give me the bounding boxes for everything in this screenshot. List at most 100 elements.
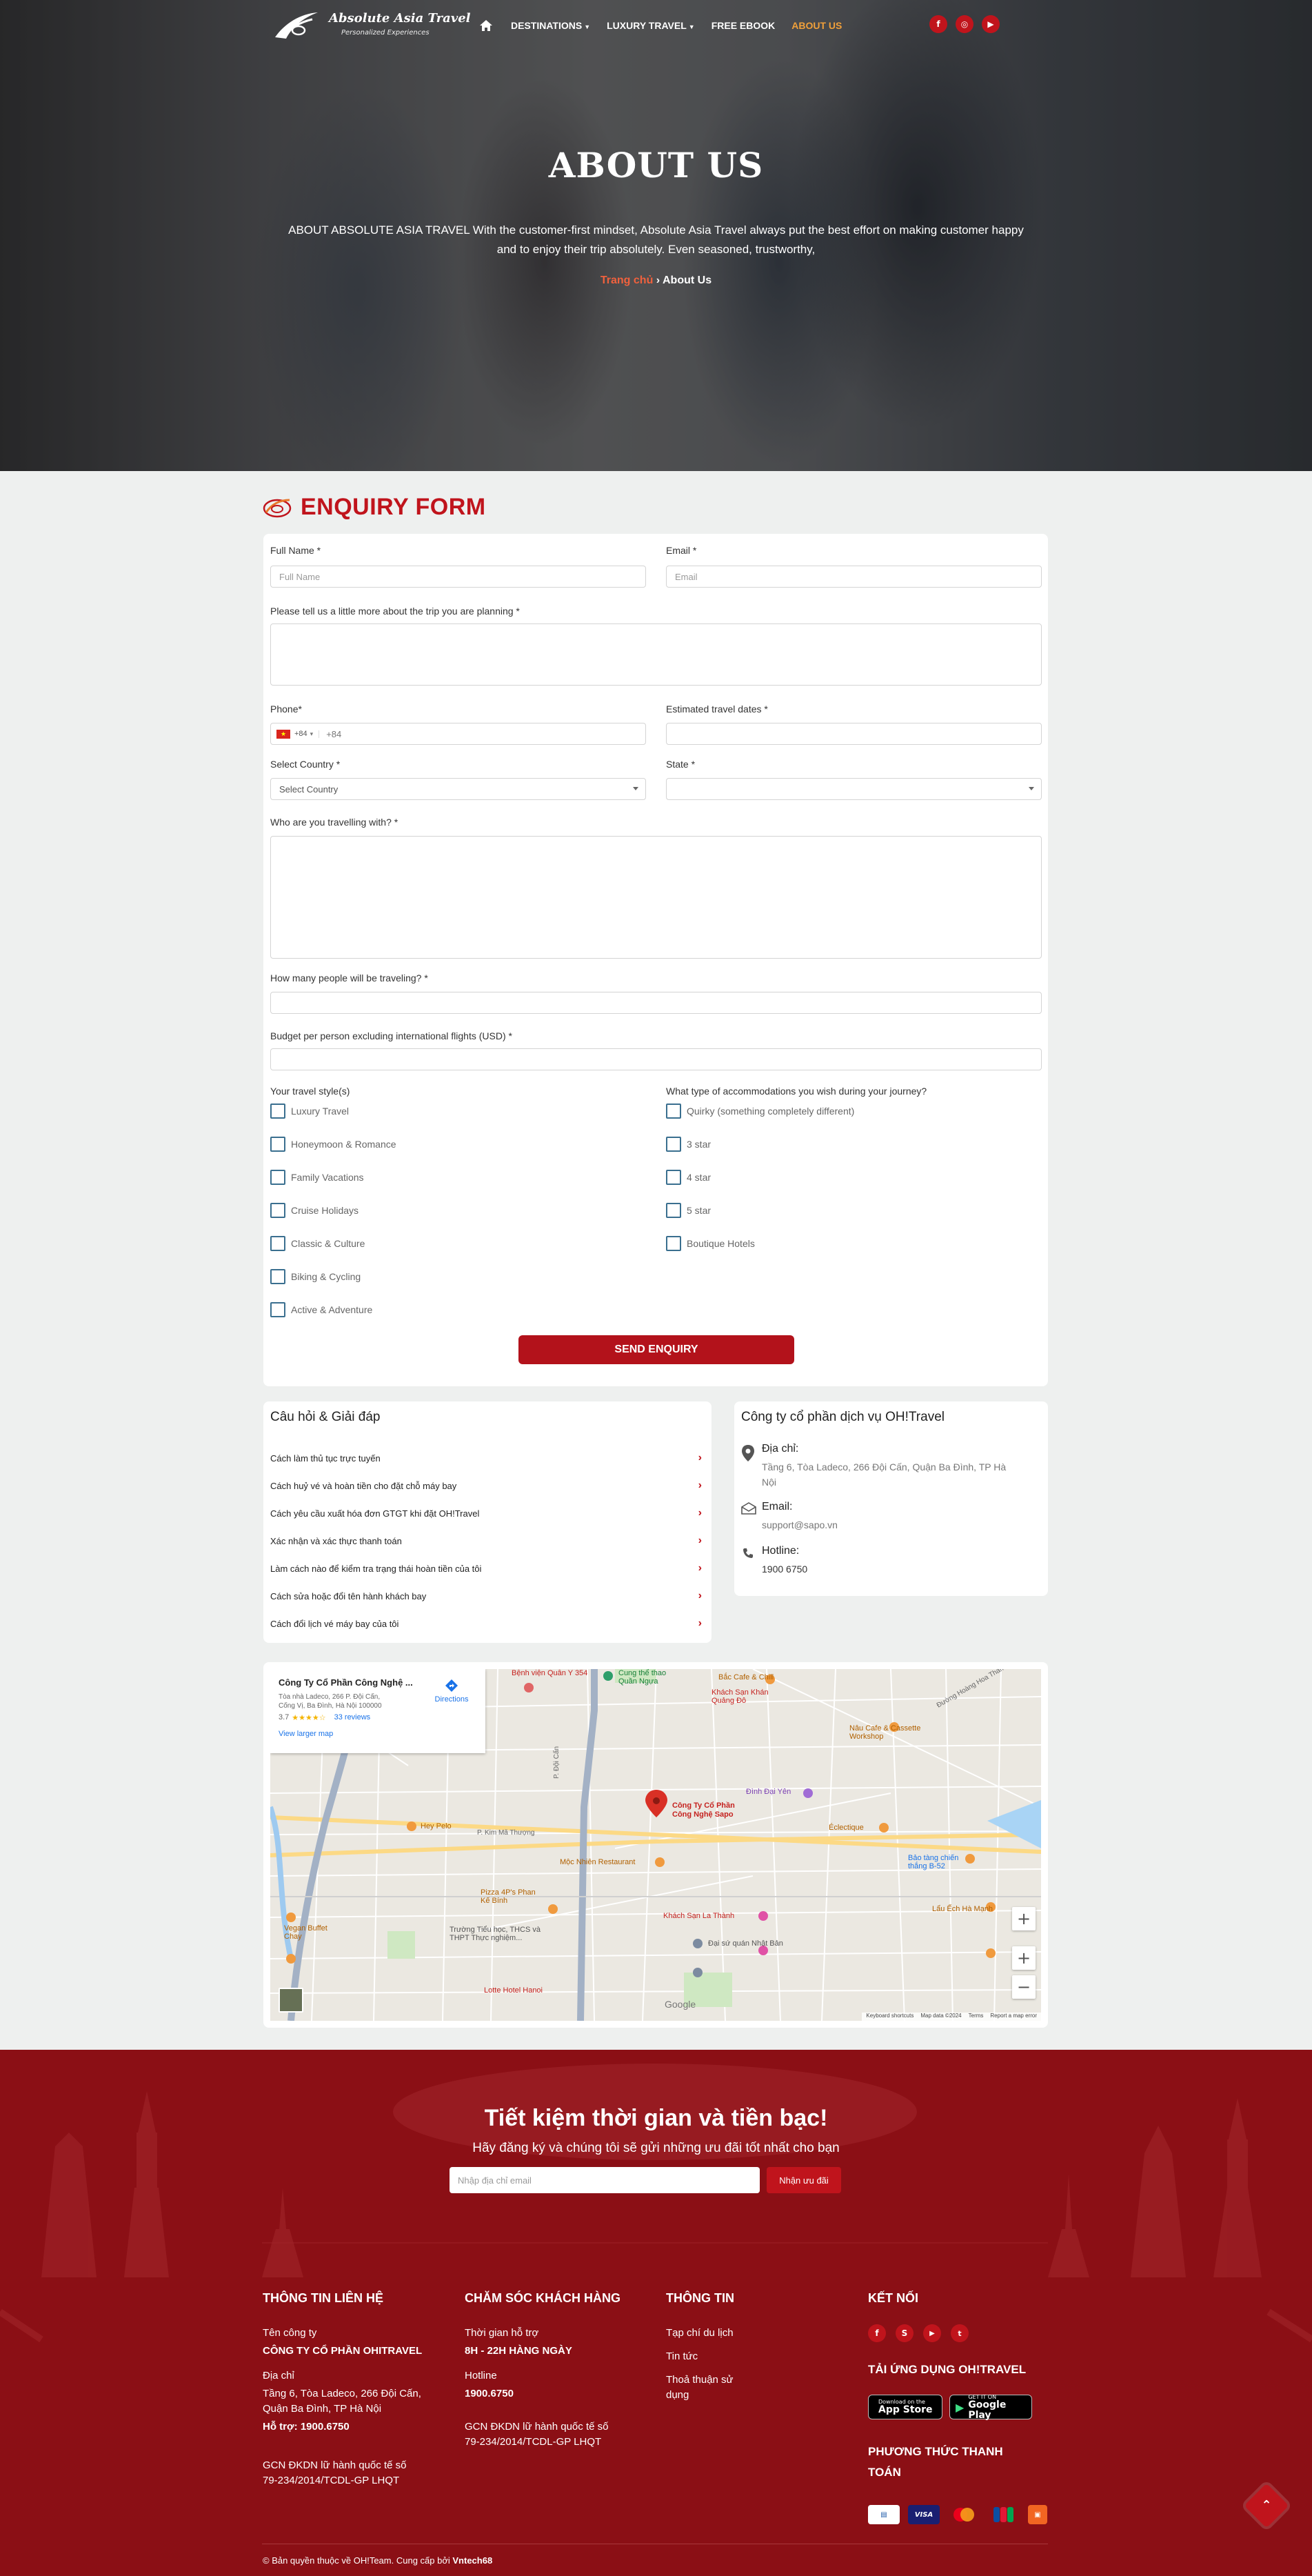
faq-item[interactable]: Cách làm thủ tục trực tuyến › — [270, 1450, 702, 1466]
checkbox[interactable] — [666, 1236, 681, 1251]
people-input[interactable] — [270, 992, 1042, 1014]
back-to-top-button[interactable]: ⌃ — [1244, 2483, 1289, 2528]
newsletter-email-input[interactable]: Nhập địa chỉ email — [450, 2167, 760, 2193]
style-checkbox-classic[interactable]: Classic & Culture — [270, 1236, 365, 1251]
travel-dates-label: Estimated travel dates * — [666, 703, 768, 715]
twitter-icon[interactable]: t — [951, 2324, 969, 2342]
faq-item-label: Cách yêu cầu xuất hóa đơn GTGT khi đặt O… — [270, 1508, 480, 1519]
youtube-icon[interactable]: ▶ — [982, 15, 1000, 33]
app-store-badge[interactable]: Download on the App Store — [868, 2395, 942, 2419]
style-checkbox-biking[interactable]: Biking & Cycling — [270, 1269, 361, 1284]
map-footer-link[interactable]: Report a map error — [990, 2013, 1037, 2021]
map-label: Bệnh viện Quân Y 354 — [512, 1669, 588, 1677]
mastercard-icon — [948, 2505, 980, 2524]
google-play-badge[interactable]: ▶ GET IT ON Google Play — [949, 2394, 1032, 2421]
style-checkbox-cruise[interactable]: Cruise Holidays — [270, 1203, 359, 1218]
country-select[interactable]: Select Country — [270, 778, 646, 800]
nav-item-about-us[interactable]: ABOUT US — [791, 20, 842, 31]
breadcrumb-home-link[interactable]: Trang chủ — [601, 274, 653, 286]
footer-care-title: CHĂM SÓC KHÁCH HÀNG — [465, 2291, 620, 2305]
footer-license-line: 79-234/2014/TCDL-GP LHQT — [263, 2475, 400, 2486]
checkbox[interactable] — [666, 1137, 681, 1152]
checkbox[interactable] — [270, 1137, 285, 1152]
checkbox[interactable] — [270, 1170, 285, 1185]
accom-checkbox-4star[interactable]: 4 star — [666, 1170, 711, 1185]
travel-dates-input[interactable] — [666, 723, 1042, 745]
style-checkbox-active[interactable]: Active & Adventure — [270, 1302, 372, 1317]
accom-checkbox-3star[interactable]: 3 star — [666, 1137, 711, 1152]
home-icon[interactable] — [479, 19, 493, 32]
accom-checkbox-boutique[interactable]: Boutique Hotels — [666, 1236, 755, 1251]
checkbox[interactable] — [666, 1104, 681, 1119]
companions-textarea[interactable] — [270, 836, 1042, 959]
state-select[interactable] — [666, 778, 1042, 800]
send-enquiry-button[interactable]: SEND ENQUIRY — [518, 1335, 794, 1364]
faq-item[interactable]: Cách sửa hoặc đổi tên hành khách bay › — [270, 1588, 702, 1604]
newsletter-submit-button[interactable]: Nhận ưu đãi — [767, 2167, 841, 2193]
accom-checkbox-quirky[interactable]: Quirky (something completely different) — [666, 1104, 854, 1119]
hotline-value[interactable]: 1900 6750 — [762, 1561, 807, 1577]
trip-textarea[interactable] — [270, 623, 1042, 686]
chevron-right-icon: › — [698, 1617, 702, 1629]
nav-item-luxury-travel[interactable]: LUXURY TRAVEL ▼ — [607, 20, 695, 31]
map-footer-link[interactable]: Terms — [969, 2013, 984, 2021]
copyright-brand-link[interactable]: Vntech68 — [452, 2555, 492, 2566]
budget-input[interactable] — [270, 1048, 1042, 1070]
nav-item-destinations[interactable]: DESTINATIONS ▼ — [511, 20, 590, 31]
place-rating: 3.7 ★★★★☆ 33 reviews — [279, 1713, 370, 1722]
checkbox[interactable] — [270, 1203, 285, 1218]
checkbox[interactable] — [270, 1302, 285, 1317]
footer-link-news[interactable]: Tin tức — [666, 2349, 698, 2364]
faq-item[interactable]: Cách huỷ vé và hoàn tiền cho đặt chỗ máy… — [270, 1477, 702, 1494]
zoom-in-button[interactable]: + — [1012, 1907, 1036, 1930]
map-label: Bắc Cafe & Chill — [718, 1673, 774, 1681]
zoom-in-button[interactable]: + — [1012, 1946, 1036, 1970]
site-footer: Tiết kiệm thời gian và tiền bạc! Hãy đăn… — [0, 2050, 1312, 2576]
skype-icon[interactable]: S — [896, 2324, 914, 2342]
site-logo[interactable]: Absolute Asia Travel Personalized Experi… — [272, 8, 471, 43]
reviews-link[interactable]: 33 reviews — [334, 1713, 371, 1722]
style-checkbox-honeymoon[interactable]: Honeymoon & Romance — [270, 1137, 396, 1152]
facebook-icon[interactable]: f — [929, 15, 947, 33]
satellite-toggle[interactable] — [279, 1988, 303, 2013]
email-input[interactable]: Email — [666, 566, 1042, 588]
larger-map-link[interactable]: View larger map — [279, 1730, 333, 1738]
map-label: Mộc Nhiên Restaurant — [560, 1858, 636, 1866]
directions-button[interactable]: Directions — [427, 1679, 476, 1704]
select-arrow-icon — [633, 787, 638, 790]
badge-main: Google Play — [968, 2399, 1007, 2421]
checkbox[interactable] — [270, 1104, 285, 1119]
map-label: Hey Pelo — [421, 1822, 452, 1830]
country-select-value: Select Country — [279, 783, 339, 795]
faq-item[interactable]: Xác nhận và xác thực thanh toán › — [270, 1532, 702, 1549]
google-map[interactable]: Bệnh viện Quân Y 354 Cung thể thao Quần … — [270, 1669, 1041, 2021]
instagram-icon[interactable]: ◎ — [956, 15, 973, 33]
full-name-input[interactable]: Full Name — [270, 566, 646, 588]
footer-hotline[interactable]: 1900.6750 — [465, 2386, 514, 2402]
zoom-out-button[interactable]: − — [1012, 1975, 1036, 1999]
faq-item[interactable]: Làm cách nào để kiểm tra trạng thái hoàn… — [270, 1560, 702, 1577]
faq-item-label: Cách huỷ vé và hoàn tiền cho đặt chỗ máy… — [270, 1480, 457, 1491]
email-value[interactable]: support@sapo.vn — [762, 1517, 838, 1532]
phone-country-code[interactable]: +84 — [294, 730, 307, 738]
nav-item-free-ebook[interactable]: FREE EBOOK — [711, 20, 776, 31]
footer-link-magazine[interactable]: Tạp chí du lịch — [666, 2326, 734, 2341]
map-footer-link[interactable]: Keyboard shortcuts — [866, 2013, 914, 2021]
youtube-icon[interactable]: ▶ — [923, 2324, 941, 2342]
footer-license: GCN ĐKDN lữ hành quốc tế số 79-234/2014/T… — [263, 2458, 406, 2488]
map-label: Éclectique — [829, 1824, 864, 1832]
checkbox[interactable] — [666, 1203, 681, 1218]
facebook-icon[interactable]: f — [868, 2324, 886, 2342]
phone-input[interactable]: ★ +84 ▾ +84 — [270, 723, 646, 745]
form-title: ENQUIRY FORM — [301, 493, 486, 520]
style-checkbox-luxury[interactable]: Luxury Travel — [270, 1104, 349, 1119]
footer-link-terms[interactable]: Thoả thuận sử dụng — [666, 2373, 734, 2403]
style-checkbox-family[interactable]: Family Vacations — [270, 1170, 364, 1185]
checkbox[interactable] — [270, 1236, 285, 1251]
accom-checkbox-5star[interactable]: 5 star — [666, 1203, 711, 1218]
checkbox[interactable] — [270, 1269, 285, 1284]
faq-item[interactable]: Cách đổi lịch vé máy bay của tôi › — [270, 1615, 702, 1632]
checkbox[interactable] — [666, 1170, 681, 1185]
chevron-down-icon[interactable]: ▾ — [310, 730, 320, 738]
faq-item[interactable]: Cách yêu cầu xuất hóa đơn GTGT khi đặt O… — [270, 1505, 702, 1521]
